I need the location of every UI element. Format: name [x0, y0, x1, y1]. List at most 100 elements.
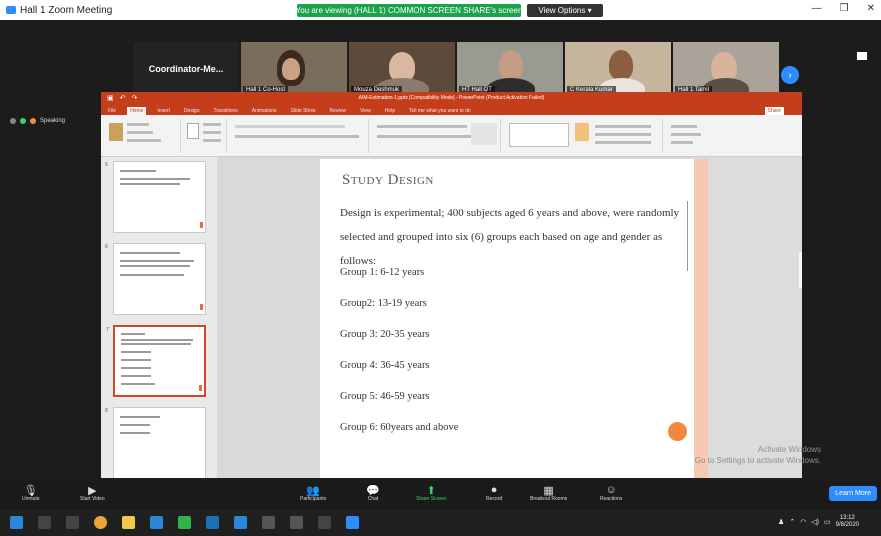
- learn-more-button[interactable]: Learn More: [829, 486, 877, 501]
- undo-icon[interactable]: ↶: [120, 94, 126, 102]
- tab-transitions[interactable]: Transitions: [211, 107, 241, 115]
- video-icon: ▶: [88, 484, 97, 497]
- app-icon[interactable]: [318, 516, 331, 529]
- speaking-icon: [30, 118, 36, 124]
- toolbar-label: Participants: [300, 496, 327, 502]
- tell-me-search[interactable]: Tell me what you want to do: [406, 107, 474, 115]
- participants-icon: 👥: [306, 484, 320, 497]
- people-icon[interactable]: ♟: [778, 518, 784, 526]
- store-icon[interactable]: [178, 516, 191, 529]
- mail-icon[interactable]: [206, 516, 219, 529]
- group-item[interactable]: Group2: 13-19 years: [340, 298, 427, 309]
- paragraph-group: [371, 119, 501, 153]
- panel-scrollbar[interactable]: [799, 252, 802, 288]
- reactions-button[interactable]: ☺ Reactions: [600, 484, 622, 502]
- slide-number: 6: [105, 244, 108, 250]
- slide-thumbnail[interactable]: 5: [105, 161, 206, 233]
- file-explorer-icon[interactable]: [122, 516, 135, 529]
- new-slide-icon[interactable]: [187, 123, 199, 139]
- slide-number: 5: [105, 162, 108, 168]
- window-title-bar: Hall 1 Zoom Meeting You are viewing (HAL…: [0, 0, 881, 20]
- breakout-icon: ▦: [543, 484, 554, 497]
- system-tray: ♟ ⌃ ◠ ◁) ▭ 13:12 9/8/2020: [778, 515, 859, 529]
- tab-slide-show[interactable]: Slide Show: [288, 107, 319, 115]
- maximize-button[interactable]: ❐: [840, 3, 849, 14]
- paste-icon[interactable]: [109, 123, 123, 141]
- clock[interactable]: 13:12 9/8/2020: [836, 515, 859, 529]
- ribbon-tabs: File Home Insert Design Transitions Anim…: [101, 104, 802, 115]
- zoom-icon: [6, 6, 16, 14]
- word-icon[interactable]: [234, 516, 247, 529]
- shapes-gallery[interactable]: [509, 123, 569, 147]
- view-options-button[interactable]: View Options ▾: [527, 4, 603, 17]
- start-video-button[interactable]: ▶ Start Video: [80, 484, 105, 503]
- participant-tile[interactable]: Hall 1 Tamil: [673, 42, 779, 96]
- toolbar-label: Chat: [367, 496, 379, 502]
- share-screen-button[interactable]: ⬆ Share Screen: [416, 484, 447, 503]
- wifi-icon[interactable]: ◠: [800, 518, 806, 526]
- mic-icon: 🎙: [23, 484, 38, 497]
- side-panel: [708, 157, 802, 478]
- editing-area: 5 6 7 8 Study Design Design is experimen…: [101, 157, 802, 478]
- unmute-button[interactable]: 🎙 Unmute: [22, 484, 40, 503]
- app-icon[interactable]: [290, 516, 303, 529]
- app-icon[interactable]: [262, 516, 275, 529]
- participants-button[interactable]: 👥 Participants: [300, 484, 327, 503]
- chat-button[interactable]: 💬 Chat: [366, 484, 380, 503]
- task-view-icon[interactable]: [66, 516, 79, 529]
- slide-body-text[interactable]: Design is experimental; 400 subjects age…: [340, 201, 685, 273]
- tab-file[interactable]: File: [105, 107, 119, 115]
- slide-thumbnail[interactable]: 8: [105, 407, 206, 478]
- powerpoint-title-bar: ▣ ↶ ↷ AIM-Estimation-1.pptx [Compatibili…: [101, 92, 802, 104]
- close-button[interactable]: ✕: [867, 3, 875, 14]
- group-item[interactable]: Group 3: 20-35 years: [340, 329, 430, 340]
- tab-insert[interactable]: Insert: [154, 107, 173, 115]
- participant-tile[interactable]: Hall 1 Co-Host: [241, 42, 347, 96]
- group-item[interactable]: Group 4: 36-45 years: [340, 360, 430, 371]
- reactions-icon: ☺: [605, 484, 617, 496]
- volume-icon[interactable]: ◁): [811, 518, 819, 526]
- minimize-button[interactable]: —: [812, 3, 822, 14]
- redo-icon[interactable]: ↷: [132, 94, 138, 102]
- participant-tile[interactable]: HT Hall OT: [457, 42, 563, 96]
- participant-tile[interactable]: Mouza Deshmuk: [349, 42, 455, 96]
- group-item[interactable]: Group 1: 6-12 years: [340, 267, 424, 278]
- save-icon[interactable]: ▣: [107, 94, 114, 102]
- slide-thumbnail-selected[interactable]: 7: [106, 325, 206, 397]
- activate-windows-watermark: Activate Windows Go to Settings to activ…: [695, 444, 821, 466]
- search-icon[interactable]: [38, 516, 51, 529]
- tab-home[interactable]: Home: [127, 107, 147, 115]
- slide-canvas[interactable]: Study Design Design is experimental; 400…: [320, 159, 694, 478]
- group-item[interactable]: Group 6: 60years and above: [340, 422, 458, 433]
- slide-number: 8: [105, 408, 108, 414]
- toolbar-label: Share Screen: [416, 496, 447, 502]
- group-item[interactable]: Group 5: 46-59 years: [340, 391, 430, 402]
- zoom-taskbar-icon[interactable]: [346, 516, 359, 529]
- share-screen-icon: ⬆: [426, 484, 436, 497]
- chat-icon: 💬: [366, 484, 380, 497]
- chevron-up-icon[interactable]: ⌃: [789, 518, 795, 526]
- monitor-icon[interactable]: [857, 52, 867, 60]
- start-icon[interactable]: [10, 516, 23, 529]
- tab-animations[interactable]: Animations: [249, 107, 280, 115]
- breakout-rooms-button[interactable]: ▦ Breakout Rooms: [530, 484, 567, 503]
- tab-review[interactable]: Review: [327, 107, 349, 115]
- tab-view[interactable]: View: [357, 107, 374, 115]
- participant-tile[interactable]: C Kerala Kumar: [565, 42, 671, 96]
- slide-title[interactable]: Study Design: [342, 172, 434, 189]
- edge-icon[interactable]: [150, 516, 163, 529]
- tab-design[interactable]: Design: [181, 107, 203, 115]
- share-button[interactable]: Share: [764, 107, 784, 115]
- toolbar-label: Unmute: [22, 496, 40, 502]
- participant-tile[interactable]: Coordinator-Me...: [133, 42, 239, 96]
- tab-help[interactable]: Help: [382, 107, 398, 115]
- record-button[interactable]: ● Record: [486, 484, 502, 502]
- next-page-button[interactable]: ›: [781, 66, 799, 84]
- quick-styles-icon[interactable]: [575, 123, 589, 141]
- slide-thumbnail[interactable]: 6: [105, 243, 206, 315]
- keyboard-icon[interactable]: ▭: [824, 518, 831, 526]
- slide-number: 7: [106, 327, 109, 333]
- slide-scrollbar[interactable]: [694, 159, 708, 478]
- toolbar-label: Record: [486, 496, 503, 502]
- chrome-icon[interactable]: [94, 516, 107, 529]
